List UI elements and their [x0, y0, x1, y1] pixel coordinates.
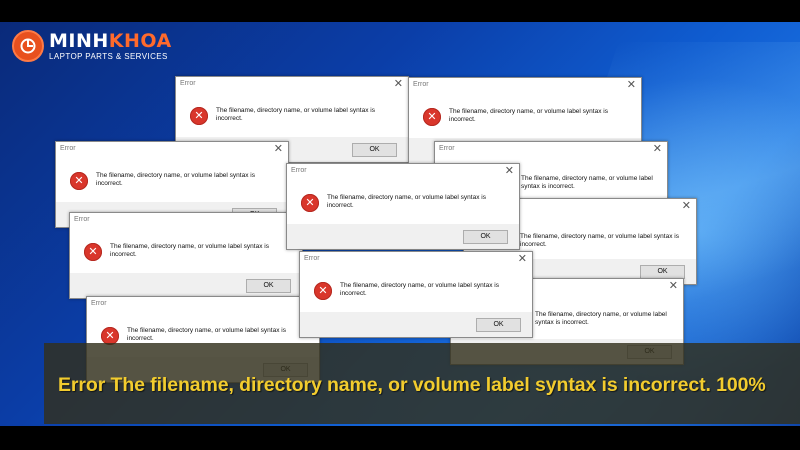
caption-banner: Error The filename, directory name, or v…: [44, 343, 800, 424]
dialog-title: Error: [60, 145, 76, 152]
close-icon[interactable]: ✕: [669, 279, 678, 292]
error-dialog: Error ✕ ✕ The filename, directory name, …: [286, 163, 520, 250]
close-icon[interactable]: ✕: [274, 142, 283, 155]
dialog-footer: OK: [300, 312, 532, 337]
dialog-message: The filename, directory name, or volume …: [96, 172, 255, 187]
dialog-title: Error: [74, 216, 90, 223]
close-icon[interactable]: ✕: [505, 164, 514, 177]
brand-logo-icon: [12, 30, 44, 62]
ok-button[interactable]: OK: [476, 318, 521, 332]
dialog-message: The filename, directory name, or volume …: [127, 327, 286, 342]
dialog-footer: OK: [70, 273, 302, 298]
error-x-icon: ✕: [190, 107, 208, 125]
dialog-message: The filename, directory name, or volume …: [520, 233, 679, 248]
error-x-icon: ✕: [314, 282, 332, 300]
dialog-title: Error: [91, 300, 107, 307]
dialog-message: The filename, directory name, or volume …: [340, 282, 499, 297]
caption-text: Error The filename, directory name, or v…: [58, 374, 766, 396]
ok-button[interactable]: OK: [640, 265, 685, 279]
error-x-icon: ✕: [423, 108, 441, 126]
ok-button[interactable]: OK: [463, 230, 508, 244]
dialog-title: Error: [304, 255, 320, 262]
dialog-message: The filename, directory name, or volume …: [535, 311, 667, 326]
dialog-title: Error: [291, 167, 307, 174]
close-icon[interactable]: ✕: [653, 142, 662, 155]
dialog-title: Error: [413, 81, 429, 88]
ok-button[interactable]: OK: [352, 143, 397, 157]
close-icon[interactable]: ✕: [518, 252, 527, 265]
dialog-footer: OK: [287, 224, 519, 249]
dialog-message: The filename, directory name, or volume …: [216, 107, 375, 122]
error-dialog: Error ✕ ✕ The filename, directory name, …: [299, 251, 533, 338]
close-icon[interactable]: ✕: [627, 78, 636, 91]
dialog-message: The filename, directory name, or volume …: [110, 243, 269, 258]
error-x-icon: ✕: [84, 243, 102, 261]
brand-name: MINHKHOA: [49, 29, 172, 52]
brand-logo: MINHKHOA LAPTOP PARTS & SERVICES: [12, 30, 172, 62]
brand-tagline: LAPTOP PARTS & SERVICES: [49, 51, 168, 61]
dialog-title: Error: [180, 80, 196, 87]
dialog-title: Error: [439, 145, 455, 152]
dialog-message: The filename, directory name, or volume …: [449, 108, 608, 123]
ok-button[interactable]: OK: [246, 279, 291, 293]
error-x-icon: ✕: [70, 172, 88, 190]
error-dialog: Error ✕ ✕ The filename, directory name, …: [69, 212, 303, 299]
error-x-icon: ✕: [301, 194, 319, 212]
close-icon[interactable]: ✕: [394, 77, 403, 90]
close-icon[interactable]: ✕: [682, 199, 691, 212]
dialog-message: The filename, directory name, or volume …: [327, 194, 486, 209]
dialog-message: The filename, directory name, or volume …: [521, 175, 653, 190]
